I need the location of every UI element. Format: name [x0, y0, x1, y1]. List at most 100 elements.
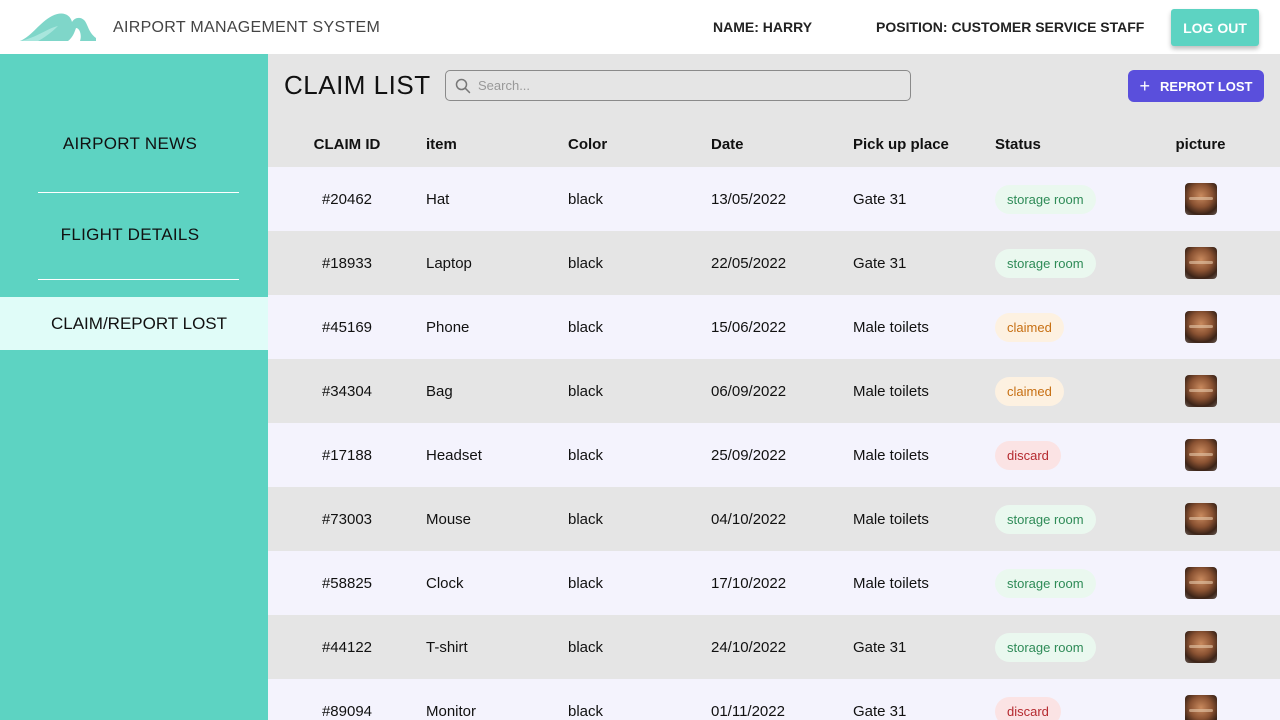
color-cell: black [568, 318, 604, 336]
status-badge: storage room [995, 504, 1096, 534]
table-row[interactable]: #45169 Phone black 15/06/2022 Male toile… [268, 295, 1280, 359]
search-input[interactable] [478, 78, 898, 93]
item-thumbnail[interactable] [1184, 439, 1217, 471]
user-position-label: POSITION: CUSTOMER SERVICE STAFF [876, 19, 1145, 35]
column-header-pickup-place[interactable]: Pick up place [853, 122, 949, 167]
table-row[interactable]: #17188 Headset black 25/09/2022 Male toi… [268, 423, 1280, 487]
status-cell: claimed [995, 359, 1064, 423]
picture-cell [1148, 487, 1253, 551]
table-row[interactable]: #20462 Hat black 13/05/2022 Gate 31 stor… [268, 167, 1280, 231]
status-cell: claimed [995, 295, 1064, 359]
sidebar-divider [38, 192, 239, 193]
claim-id-cell: #89094 [321, 702, 373, 720]
sidebar-item-label: CLAIM/REPORT LOST [50, 313, 228, 333]
item-cell: Mouse [426, 510, 472, 528]
item-thumbnail[interactable] [1184, 695, 1217, 720]
item-thumbnail[interactable] [1184, 375, 1217, 407]
color-cell: black [568, 382, 604, 400]
picture-cell [1148, 167, 1253, 231]
pickup-place-cell: Male toilets [853, 318, 929, 336]
logout-button[interactable]: LOG OUT [1171, 9, 1259, 46]
search-box[interactable] [445, 70, 911, 101]
status-cell: storage room [995, 167, 1096, 231]
item-thumbnail[interactable] [1184, 247, 1217, 279]
claim-id-cell: #58825 [321, 574, 373, 592]
column-header-picture[interactable]: picture [1148, 122, 1253, 167]
date-cell: 13/05/2022 [711, 190, 787, 208]
claim-id-cell: #44122 [321, 638, 373, 656]
picture-cell [1148, 295, 1253, 359]
claim-table-body: #20462 Hat black 13/05/2022 Gate 31 stor… [268, 167, 1280, 720]
column-header-date[interactable]: Date [711, 122, 744, 167]
picture-cell [1148, 359, 1253, 423]
report-lost-label: REPROT LOST [1160, 78, 1253, 94]
picture-cell [1148, 679, 1253, 720]
table-header: CLAIM ID item Color Date Pick up place S… [268, 122, 1280, 167]
main-content: CLAIM LIST + REPROT LOST CLAIM ID item C… [268, 54, 1280, 720]
color-cell: black [568, 254, 604, 272]
pickup-place-cell: Gate 31 [853, 254, 907, 272]
sidebar-item-flight-details[interactable]: FLIGHT DETAILS [0, 225, 268, 245]
claim-id-cell: #34304 [321, 382, 373, 400]
status-cell: storage room [995, 487, 1096, 551]
wave-logo-icon [20, 13, 96, 41]
table-row[interactable]: #34304 Bag black 06/09/2022 Male toilets… [268, 359, 1280, 423]
status-badge: claimed [995, 312, 1064, 342]
status-badge: storage room [995, 184, 1096, 214]
top-bar: AIRPORT MANAGEMENT SYSTEM NAME: HARRY PO… [0, 0, 1280, 54]
pickup-place-cell: Male toilets [853, 446, 929, 464]
item-cell: Headset [426, 446, 482, 464]
date-cell: 15/06/2022 [711, 318, 787, 336]
pickup-place-cell: Gate 31 [853, 638, 907, 656]
sidebar: AIRPORT NEWS FLIGHT DETAILS CLAIM/REPORT… [0, 54, 268, 720]
page-title: CLAIM LIST [284, 70, 431, 100]
claim-id-cell: #20462 [321, 190, 373, 208]
claim-id-cell: #18933 [321, 254, 373, 272]
color-cell: black [568, 190, 604, 208]
picture-cell [1148, 231, 1253, 295]
report-lost-button[interactable]: + REPROT LOST [1128, 70, 1264, 102]
item-cell: Clock [426, 574, 464, 592]
column-header-status[interactable]: Status [995, 122, 1041, 167]
status-cell: discard [995, 423, 1061, 487]
item-thumbnail[interactable] [1184, 503, 1217, 535]
item-thumbnail[interactable] [1184, 631, 1217, 663]
status-badge: claimed [995, 376, 1064, 406]
column-header-color[interactable]: Color [568, 122, 607, 167]
sidebar-item-airport-news[interactable]: AIRPORT NEWS [0, 134, 268, 154]
table-row[interactable]: #58825 Clock black 17/10/2022 Male toile… [268, 551, 1280, 615]
date-cell: 22/05/2022 [711, 254, 787, 272]
date-cell: 17/10/2022 [711, 574, 787, 592]
claim-id-cell: #45169 [321, 318, 373, 336]
table-row[interactable]: #18933 Laptop black 22/05/2022 Gate 31 s… [268, 231, 1280, 295]
date-cell: 24/10/2022 [711, 638, 787, 656]
user-name-label: NAME: HARRY [713, 19, 813, 35]
item-cell: Bag [426, 382, 453, 400]
picture-cell [1148, 551, 1253, 615]
status-cell: storage room [995, 615, 1096, 679]
status-cell: storage room [995, 551, 1096, 615]
status-cell: storage room [995, 231, 1096, 295]
table-row[interactable]: #73003 Mouse black 04/10/2022 Male toile… [268, 487, 1280, 551]
table-row[interactable]: #44122 T-shirt black 24/10/2022 Gate 31 … [268, 615, 1280, 679]
item-thumbnail[interactable] [1184, 311, 1217, 343]
status-badge: storage room [995, 632, 1096, 662]
app-title: AIRPORT MANAGEMENT SYSTEM [113, 19, 381, 36]
column-header-item[interactable]: item [426, 122, 457, 167]
pickup-place-cell: Male toilets [853, 382, 929, 400]
status-badge: storage room [995, 248, 1096, 278]
item-thumbnail[interactable] [1184, 183, 1217, 215]
item-thumbnail[interactable] [1184, 567, 1217, 599]
color-cell: black [568, 702, 604, 720]
status-cell: discard [995, 679, 1061, 720]
color-cell: black [568, 638, 604, 656]
date-cell: 25/09/2022 [711, 446, 787, 464]
color-cell: black [568, 446, 604, 464]
sidebar-item-claim-report-lost[interactable]: CLAIM/REPORT LOST [0, 297, 268, 350]
plus-icon: + [1139, 76, 1151, 96]
item-cell: Hat [426, 190, 450, 208]
column-header-claim-id[interactable]: CLAIM ID [284, 122, 410, 167]
color-cell: black [568, 574, 604, 592]
table-row[interactable]: #89094 Monitor black 01/11/2022 Gate 31 … [268, 679, 1280, 720]
pickup-place-cell: Male toilets [853, 510, 929, 528]
